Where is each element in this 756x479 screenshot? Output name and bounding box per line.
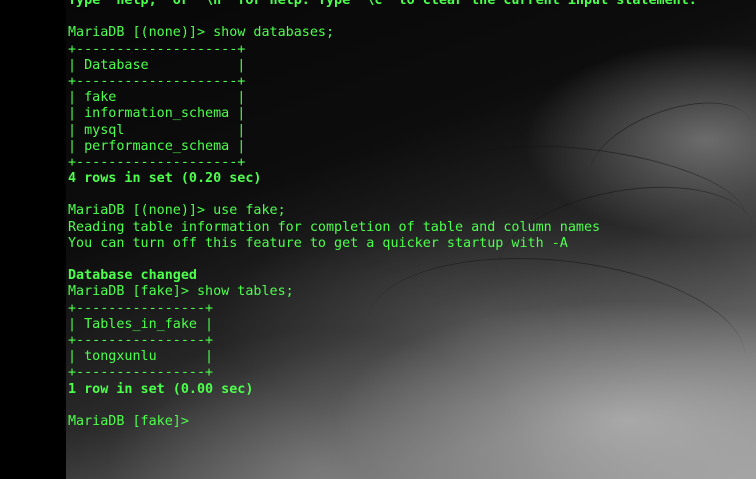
terminal-line: | Tables_in_fake | bbox=[68, 316, 214, 332]
terminal-line: | Database | bbox=[68, 57, 246, 73]
terminal-line: | tongxunlu | bbox=[68, 349, 214, 365]
terminal-line: Database changed bbox=[68, 268, 197, 284]
terminal-output[interactable]: Type 'help;' or '\h' for help. Type '\c'… bbox=[68, 0, 697, 430]
terminal-line: 1 row in set (0.00 sec) bbox=[68, 381, 254, 397]
terminal-line: +--------------------+ bbox=[68, 73, 246, 89]
terminal-line: +--------------------+ bbox=[68, 154, 246, 170]
terminal-line: MariaDB [fake]> show tables; bbox=[68, 284, 294, 300]
terminal-line: | information_schema | bbox=[68, 106, 246, 122]
terminal-line: You can turn off this feature to get a q… bbox=[68, 235, 568, 251]
left-panel bbox=[0, 0, 66, 479]
terminal-line: | performance_schema | bbox=[68, 138, 246, 154]
terminal-line: MariaDB [(none)]> use fake; bbox=[68, 203, 286, 219]
terminal-line: MariaDB [(none)]> show databases; bbox=[68, 25, 335, 41]
terminal-line: Type 'help;' or '\h' for help. Type '\c'… bbox=[68, 0, 697, 8]
screen: Type 'help;' or '\h' for help. Type '\c'… bbox=[0, 0, 756, 479]
terminal-prompt[interactable]: MariaDB [fake]> bbox=[68, 414, 697, 430]
terminal-line: | fake | bbox=[68, 90, 246, 106]
terminal-line: | mysql | bbox=[68, 122, 246, 138]
terminal-line: +----------------+ bbox=[68, 300, 214, 316]
terminal-line: +----------------+ bbox=[68, 332, 214, 348]
terminal-line: 4 rows in set (0.20 sec) bbox=[68, 171, 262, 187]
terminal-line: +--------------------+ bbox=[68, 41, 246, 57]
terminal-line: +----------------+ bbox=[68, 365, 214, 381]
terminal-window[interactable]: Type 'help;' or '\h' for help. Type '\c'… bbox=[66, 0, 756, 479]
terminal-line: Reading table information for completion… bbox=[68, 219, 601, 235]
